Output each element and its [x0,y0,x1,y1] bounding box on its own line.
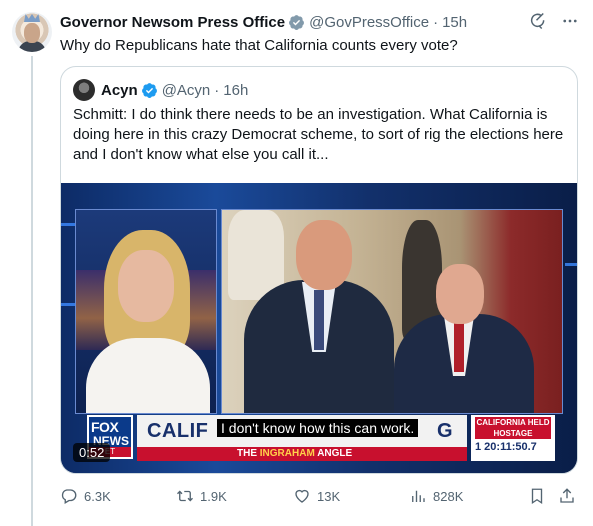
chyron-headline-tail: G [437,420,454,442]
avatar-crown [24,14,40,22]
views-icon [412,490,425,502]
views-count: 828K [433,488,464,504]
avatar-face [24,23,40,43]
avatar[interactable] [12,12,52,52]
grok-icon[interactable] [529,12,547,30]
separator-dot: · [433,13,439,31]
retweet-button[interactable]: 1.9K [176,487,227,505]
retweet-icon [177,490,193,502]
share-icon [560,488,574,503]
thread-line [31,56,33,526]
guest-one-head [296,220,352,290]
quote-tweet[interactable]: Acyn @Acyn · 16h Schmitt: I do think the… [60,66,578,474]
host-body [86,338,210,413]
like-button[interactable]: 13K [293,487,340,505]
verified-badge-icon [141,82,157,98]
background-streak [61,303,75,306]
show-bar: THE INGRAHAM ANGLE [137,447,467,461]
verified-badge-icon [289,14,305,30]
author-name[interactable]: Governor Newsom Press Office [60,14,285,31]
reply-icon [61,489,77,504]
video-player[interactable]: FOX NEWS ET CALIF G THE INGRAHAM ANGLE C… [61,183,577,473]
like-icon [295,489,309,503]
author-handle[interactable]: @GovPressOffice [309,14,429,31]
video-duration: 0:52 [73,443,111,462]
guest-one-tie [314,290,324,350]
action-bar: 6.3K 1.9K 13K 828K [60,484,580,508]
guest-two-head [436,264,484,324]
separator-dot: · [214,81,220,99]
guest-two-tie [454,322,464,372]
host-face [118,250,174,322]
reply-button[interactable]: 6.3K [60,487,111,505]
retweet-count: 1.9K [200,488,227,504]
quote-header: Acyn @Acyn · 16h [73,79,248,101]
like-count: 13K [317,488,341,504]
bookmark-button[interactable] [528,487,546,505]
video-pane-host [75,209,217,414]
reply-count: 6.3K [84,488,111,504]
tweet-text: Why do Republicans hate that California … [60,37,458,54]
side-clock: 1 20:11:50.7 [475,441,537,453]
background-streak [61,223,75,226]
more-icon[interactable] [561,12,579,30]
show-name: THE INGRAHAM ANGLE [237,448,353,459]
quote-time[interactable]: 16h [223,82,248,99]
quote-handle[interactable]: @Acyn [162,82,211,99]
share-button[interactable] [558,487,576,505]
background-streak [565,263,577,266]
quote-text: Schmitt: I do think there needs to be an… [73,106,564,163]
quote-author-name[interactable]: Acyn [101,82,138,99]
closed-caption: I don't know how this can work. [217,419,419,437]
header-actions [529,12,579,30]
side-box: CALIFORNIA HELD HOSTAGE 1 20:11:50.7 [471,415,555,461]
tweet-time[interactable]: 15h [442,14,467,31]
bookmark-icon [531,488,543,505]
side-title: CALIFORNIA HELD HOSTAGE [475,417,551,439]
quote-avatar[interactable] [73,79,95,101]
video-pane-guests [221,209,563,414]
views-button[interactable]: 828K [409,487,463,505]
logo-top: FOX [91,419,119,435]
tweet-header: Governor Newsom Press Office @GovPressOf… [60,12,579,32]
chyron-headline: CALIF [147,420,209,442]
